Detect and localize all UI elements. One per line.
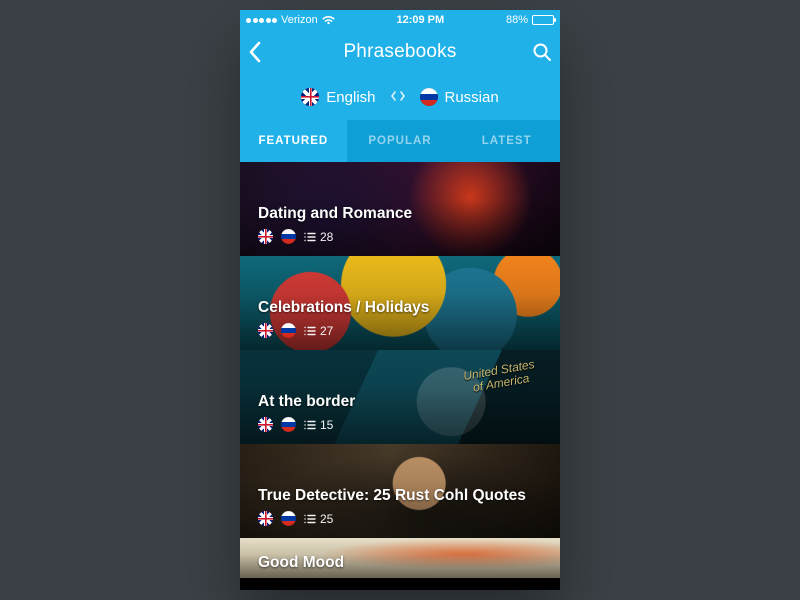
- list-item[interactable]: Dating and Romance 28: [240, 162, 560, 256]
- flag-uk-icon: [258, 417, 273, 432]
- tabs: FEATURED POPULAR LATEST: [240, 120, 560, 162]
- list-item-title: Dating and Romance: [258, 205, 542, 223]
- flag-ru-icon: [281, 511, 296, 526]
- phrasebook-list[interactable]: Dating and Romance 28 Celebrations / Hol…: [240, 162, 560, 590]
- list-item[interactable]: True Detective: 25 Rust Cohl Quotes 25: [240, 444, 560, 538]
- list-icon: [304, 514, 316, 524]
- chevron-left-icon: [248, 41, 262, 63]
- tab-latest[interactable]: LATEST: [453, 120, 560, 162]
- list-item-meta: 25: [258, 511, 542, 526]
- tab-featured[interactable]: FEATURED: [240, 120, 347, 162]
- list-item-title: Good Mood: [258, 554, 542, 572]
- list-icon: [304, 420, 316, 430]
- lang-to-label: Russian: [445, 89, 499, 106]
- lang-to[interactable]: Russian: [420, 88, 499, 106]
- status-left: Verizon: [246, 14, 335, 26]
- status-time: 12:09 PM: [335, 14, 506, 26]
- flag-uk-icon: [258, 511, 273, 526]
- list-item-count: 28: [320, 230, 333, 244]
- list-item-count: 25: [320, 512, 333, 526]
- flag-uk-icon: [301, 88, 319, 106]
- lang-from-label: English: [326, 89, 375, 106]
- flag-uk-icon: [258, 229, 273, 244]
- wifi-icon: [322, 15, 335, 25]
- flag-ru-icon: [281, 417, 296, 432]
- search-icon: [532, 42, 552, 62]
- passport-decoration: United Statesof America: [462, 358, 537, 395]
- list-icon: [304, 326, 316, 336]
- battery-pct: 88%: [506, 14, 528, 26]
- tab-popular[interactable]: POPULAR: [347, 120, 454, 162]
- list-item[interactable]: United Statesof America At the border 15: [240, 350, 560, 444]
- list-item-count: 15: [320, 418, 333, 432]
- list-item-meta: 28: [258, 229, 542, 244]
- language-row: English Russian: [240, 74, 560, 120]
- flag-ru-icon: [281, 323, 296, 338]
- flag-uk-icon: [258, 323, 273, 338]
- status-bar: Verizon 12:09 PM 88%: [240, 10, 560, 30]
- list-icon: [304, 232, 316, 242]
- list-item-title: Celebrations / Holidays: [258, 299, 542, 317]
- list-item[interactable]: Good Mood: [240, 538, 560, 578]
- battery-icon: [532, 15, 554, 25]
- nav-bar: Phrasebooks: [240, 30, 560, 74]
- lang-from[interactable]: English: [301, 88, 375, 106]
- signal-dots-icon: [246, 18, 277, 23]
- list-item-meta: 15: [258, 417, 542, 432]
- carrier-label: Verizon: [281, 14, 318, 26]
- phone-frame: Verizon 12:09 PM 88% Phrasebooks English: [240, 10, 560, 590]
- list-item[interactable]: Celebrations / Holidays 27: [240, 256, 560, 350]
- list-item-count: 27: [320, 324, 333, 338]
- flag-ru-icon: [281, 229, 296, 244]
- search-button[interactable]: [522, 42, 552, 62]
- status-right: 88%: [506, 14, 554, 26]
- list-item-meta: 27: [258, 323, 542, 338]
- swap-languages-button[interactable]: [390, 89, 406, 106]
- back-button[interactable]: [248, 41, 278, 63]
- list-item-title: At the border: [258, 393, 542, 411]
- flag-ru-icon: [420, 88, 438, 106]
- list-item-title: True Detective: 25 Rust Cohl Quotes: [258, 487, 542, 505]
- page-title: Phrasebooks: [278, 41, 522, 63]
- swap-icon: [390, 90, 406, 102]
